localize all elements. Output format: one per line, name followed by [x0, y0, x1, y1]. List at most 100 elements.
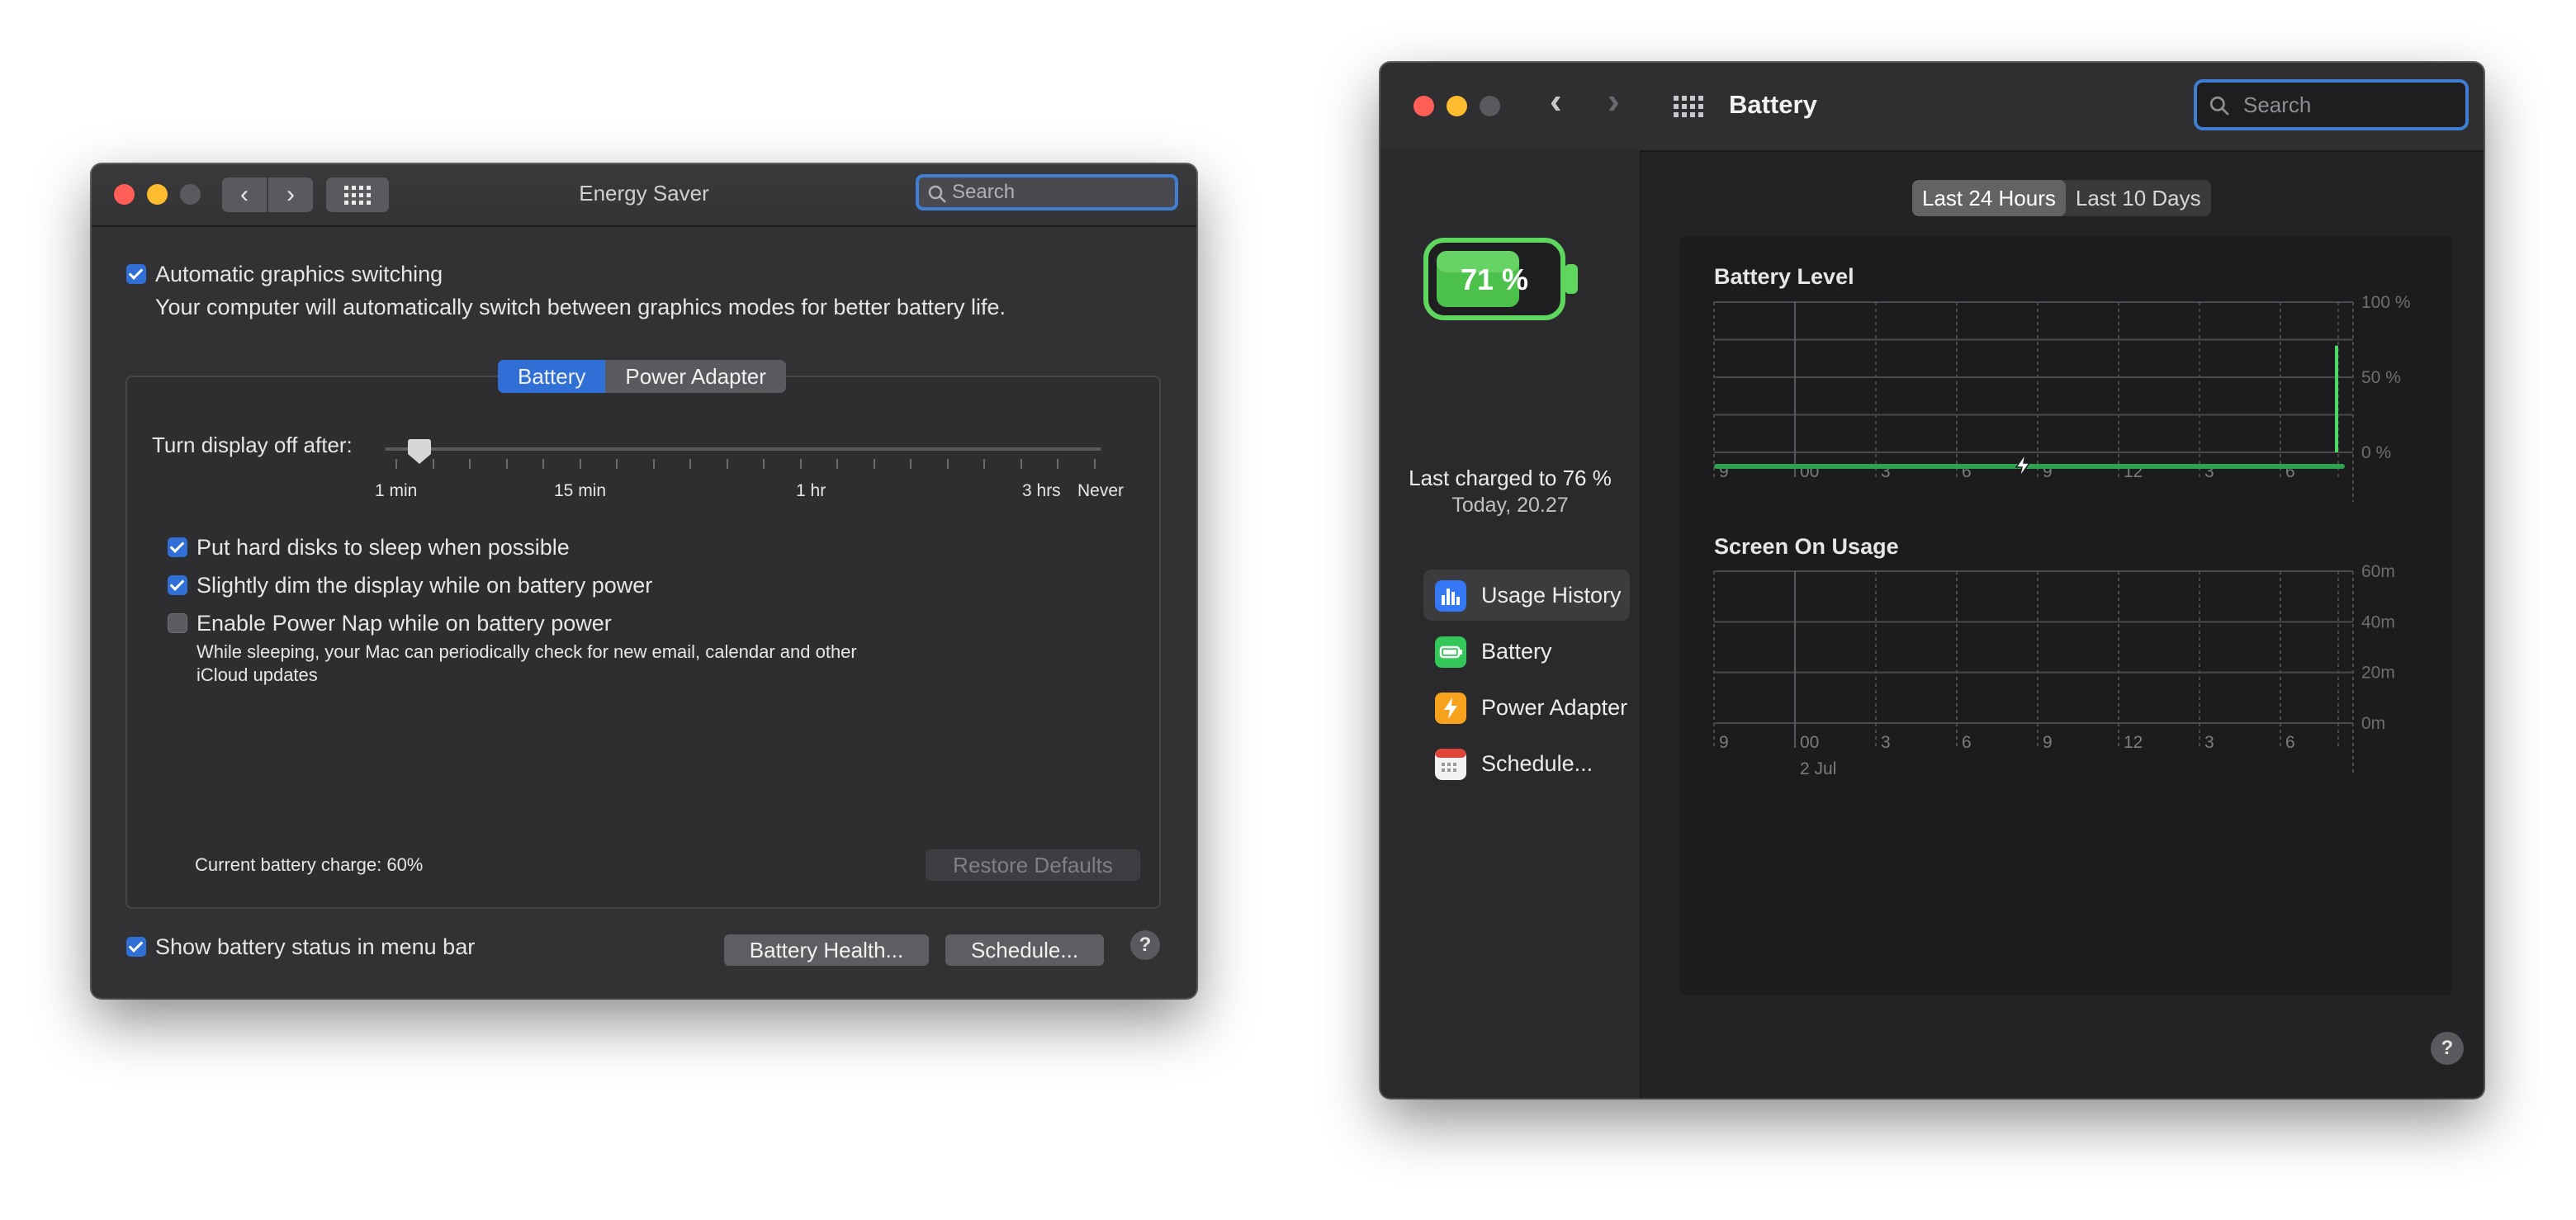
energy-saver-window: ‹ › Energy Saver Search Automatic graphi…: [92, 164, 1196, 998]
help-button[interactable]: ?: [1130, 930, 1160, 960]
battery-icon: 71 %: [1423, 238, 1578, 320]
search-input[interactable]: Search: [916, 174, 1178, 210]
tab-last-10-days[interactable]: Last 10 Days: [2066, 180, 2211, 216]
auto-graphics-description: Your computer will automatically switch …: [155, 295, 1006, 319]
power-source-tabs: Battery Power Adapter: [498, 360, 786, 393]
sidebar-item-power-adapter[interactable]: Power Adapter: [1423, 682, 1630, 733]
power-nap-description: While sleeping, your Mac can periodicall…: [197, 641, 857, 662]
bolt-icon: [2015, 453, 2031, 478]
search-icon: [2209, 96, 2229, 116]
tab-power-adapter[interactable]: Power Adapter: [605, 360, 786, 393]
slider-tick: [542, 459, 544, 469]
tab-battery[interactable]: Battery: [498, 360, 606, 393]
sidebar-item-usage-history[interactable]: Usage History: [1423, 570, 1630, 621]
search-input[interactable]: Search: [2194, 79, 2469, 130]
dim-display-label: Slightly dim the display while on batter…: [197, 573, 653, 598]
last-charged-label: Last charged to 76 %: [1409, 466, 1612, 490]
tick-label-15min: 15 min: [554, 481, 607, 500]
battery-health-button[interactable]: Battery Health...: [724, 934, 929, 966]
auto-graphics-label: Automatic graphics switching: [155, 262, 443, 286]
time-range-tabs: Last 24 Hours Last 10 Days: [1912, 180, 2211, 216]
title-bar: ‹ › Energy Saver Search: [92, 164, 1196, 227]
bolt-icon: [1435, 693, 1466, 724]
tab-last-24-hours[interactable]: Last 24 Hours: [1912, 180, 2066, 216]
minimize-button[interactable]: [1447, 96, 1467, 116]
battery-level-bar: [2335, 345, 2338, 452]
show-status-label: Show battery status in menu bar: [155, 934, 476, 959]
chevron-left-icon: ‹: [1550, 81, 1562, 121]
battery-icon: [1435, 636, 1466, 668]
y-tick-label: 60m: [2361, 562, 2395, 581]
display-off-label: Turn display off after:: [152, 433, 353, 457]
slider-tick: [946, 459, 949, 469]
usage-charts: Battery Level 9 00 3 6 9 12 3 6 100 % 50 % 0 % Scr…: [1713, 264, 2411, 778]
tick-label-1min: 1 min: [375, 481, 418, 500]
x-tick-label: 9: [2043, 733, 2053, 752]
y-tick-label: 0m: [2361, 714, 2385, 733]
power-nap-checkbox[interactable]: [168, 613, 187, 633]
sidebar-item-battery[interactable]: Battery: [1423, 626, 1630, 677]
sidebar-item-label: Battery: [1481, 639, 1552, 664]
tick-label-never: Never: [1077, 481, 1125, 500]
sidebar: 71 % Last charged to 76 % Today, 20.27 U…: [1380, 150, 1641, 1098]
auto-graphics-checkbox[interactable]: [126, 264, 146, 284]
sidebar-item-label: Usage History: [1481, 583, 1622, 608]
slider-tick: [1020, 459, 1022, 469]
slider-tick: [395, 459, 397, 469]
tick-label-1hr: 1 hr: [796, 481, 826, 500]
battery-charge-text: Current battery charge: 60%: [195, 854, 424, 875]
slider-tick: [873, 459, 875, 469]
back-button[interactable]: ‹: [1550, 81, 1562, 122]
search-icon: [928, 185, 946, 203]
power-nap-label: Enable Power Nap while on battery power: [197, 611, 612, 636]
slider-tick: [799, 459, 802, 469]
y-tick-label: 0 %: [2361, 443, 2391, 462]
date-label: 2 Jul: [1800, 759, 1836, 778]
slider-tick: [579, 459, 581, 469]
slider-tick: [983, 459, 985, 469]
hard-disk-sleep-label: Put hard disks to sleep when possible: [197, 535, 570, 560]
usage-charts-panel: Battery Level 9 00 3 6 9 12 3 6 100 % 50 % 0 % Scr…: [1679, 236, 2452, 995]
x-tick-label: 6: [1962, 733, 1972, 752]
screen-on-usage-chart: 9 00 3 6 9 12 3 6 60m 40m 20m 0m 2 Jul: [1713, 562, 2395, 778]
battery-level-chart: 9 00 3 6 9 12 3 6100 %50 %0 %: [1713, 293, 2411, 502]
zoom-button[interactable]: [1480, 96, 1500, 116]
x-tick-label: 12: [2124, 733, 2143, 752]
title-bar: ‹ › Battery Search: [1380, 63, 2484, 152]
slider-tick: [689, 459, 691, 469]
charge-line: [1714, 464, 2345, 469]
bar-chart-icon: [1435, 580, 1466, 612]
power-nap-description-2: iCloud updates: [197, 664, 318, 685]
window-controls: [1413, 96, 1500, 116]
close-button[interactable]: [1413, 96, 1434, 116]
y-tick-label: 100 %: [2361, 293, 2411, 312]
slider-tick: [836, 459, 838, 469]
sidebar-item-label: Power Adapter: [1481, 695, 1628, 720]
search-placeholder: Search: [2243, 92, 2312, 117]
sidebar-item-label: Schedule...: [1481, 751, 1593, 776]
x-tick-label: 3: [1881, 733, 1891, 752]
slider-tick: [763, 459, 765, 469]
show-status-checkbox[interactable]: [126, 937, 146, 957]
display-off-slider[interactable]: [385, 447, 1101, 451]
forward-button[interactable]: ›: [1608, 81, 1620, 122]
slider-tick: [505, 459, 508, 469]
last-charged-time: Today, 20.27: [1451, 494, 1569, 517]
battery-window: ‹ › Battery Search 71 % Last charged to …: [1380, 63, 2484, 1098]
slider-tick: [726, 459, 728, 469]
show-all-button[interactable]: [1674, 96, 1703, 117]
slider-tick: [432, 459, 434, 469]
chevron-right-icon: ›: [1608, 81, 1620, 121]
restore-defaults-button[interactable]: Restore Defaults: [926, 849, 1140, 881]
battery-percent: 71 %: [1461, 262, 1528, 296]
y-tick-label: 20m: [2361, 664, 2395, 683]
hard-disk-sleep-checkbox[interactable]: [168, 537, 187, 557]
dim-display-checkbox[interactable]: [168, 575, 187, 595]
help-button[interactable]: ?: [2431, 1032, 2464, 1065]
sidebar-item-schedule[interactable]: Schedule...: [1423, 738, 1630, 789]
x-tick-label: 00: [1800, 733, 1819, 752]
schedule-button[interactable]: Schedule...: [945, 934, 1104, 966]
y-tick-label: 40m: [2361, 612, 2395, 631]
x-tick-label: 3: [2204, 733, 2214, 752]
calendar-icon: [1435, 749, 1466, 780]
